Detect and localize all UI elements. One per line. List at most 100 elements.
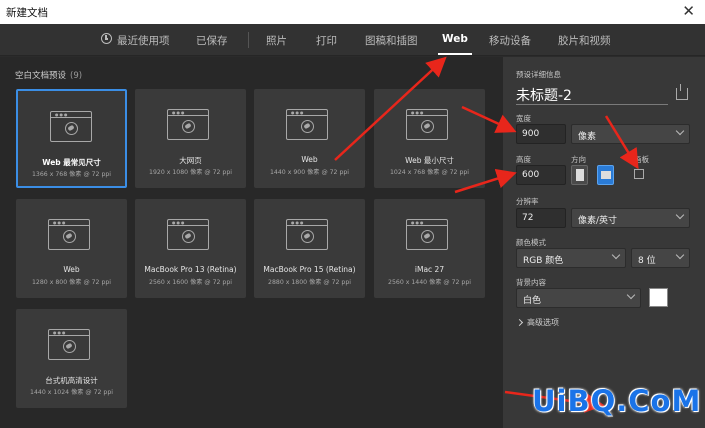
globe-icon [63,230,76,243]
advanced-options-label: 高级选项 [527,318,559,327]
preset-name: 台式机高清设计 [45,376,98,385]
globe-icon [421,230,434,243]
resolution-input[interactable]: 72 [516,208,566,228]
clock-icon [101,33,112,44]
save-preset-icon[interactable] [676,84,688,100]
tab-print[interactable]: 打印 [316,33,337,48]
color-mode-value: RGB 颜色 [523,256,564,266]
preset-card-large-web[interactable]: ●●● 大网页 1920 x 1080 像素 @ 72 ppi [135,89,246,188]
background-color-swatch[interactable] [649,288,668,307]
tab-photo[interactable]: 照片 [266,33,287,48]
document-icon: ●●● [48,329,90,360]
tab-mobile[interactable]: 移动设备 [489,33,531,48]
preset-name: Web 最常见尺寸 [42,158,101,167]
document-icon: ●●● [406,109,448,140]
artboard-label: 画板 [634,155,649,164]
document-icon: ●●● [286,109,328,140]
portrait-button[interactable] [571,165,588,185]
preset-section-label: 空白文档预设 [15,71,67,81]
width-unit-select[interactable]: 像素 [571,124,690,144]
preset-name: iMac 27 [414,265,445,274]
tab-separator [248,32,249,48]
resolution-label: 分辨率 [516,197,539,206]
preset-card-desktop-hd[interactable]: ●●● 台式机高清设计 1440 x 1024 像素 @ 72 ppi [16,309,127,408]
preset-size: 1920 x 1080 像素 @ 72 ppi [149,169,232,176]
bit-depth-select[interactable]: 8 位 [631,248,690,268]
preset-size: 1280 x 800 像素 @ 72 ppi [31,279,112,286]
document-icon: ●●● [406,219,448,250]
watermark-logo: UiBQ.CoM [532,384,702,418]
resolution-unit-value: 像素/英寸 [578,216,618,226]
preset-card-web-most-common[interactable]: ●●● Web 最常见尺寸 1366 x 768 像素 @ 72 ppi [16,89,127,188]
color-mode-label: 颜色模式 [516,238,546,247]
width-label: 宽度 [516,114,531,123]
preset-size: 2560 x 1600 像素 @ 72 ppi [149,279,232,286]
globe-icon [65,122,78,135]
globe-icon [301,230,314,243]
preset-panel: 空白文档预设 (9) ●●● Web 最常见尺寸 1366 x 768 像素 @ … [0,57,503,428]
background-label: 背景内容 [516,278,546,287]
width-unit-value: 像素 [578,132,597,142]
document-name-input[interactable]: 未标题-2 [516,85,668,105]
preset-name: Web [301,155,318,164]
preset-size: 1366 x 768 像素 @ 72 ppi [31,171,112,178]
document-icon: ●●● [167,219,209,250]
preset-size: 1440 x 900 像素 @ 72 ppi [269,169,350,176]
preset-size: 2560 x 1440 像素 @ 72 ppi [388,279,471,286]
tab-film-video[interactable]: 胶片和视频 [558,33,611,48]
bit-depth-value: 8 位 [638,256,656,266]
preset-card-macbook-13[interactable]: ●●● MacBook Pro 13 (Retina) 2560 x 1600 … [135,199,246,298]
preset-size: 1024 x 768 像素 @ 72 ppi [389,169,470,176]
tab-web[interactable]: Web [438,33,472,55]
artboard-checkbox[interactable] [634,169,644,179]
chevron-down-icon [675,210,685,220]
preset-card-web[interactable]: ●●● Web 1440 x 900 像素 @ 72 ppi [254,89,365,188]
preset-card-macbook-15[interactable]: ●●● MacBook Pro 15 (Retina) 2880 x 1800 … [254,199,365,298]
preset-name: MacBook Pro 15 (Retina) [263,265,356,274]
preset-name: MacBook Pro 13 (Retina) [144,265,237,274]
chevron-down-icon [675,250,685,260]
chevron-down-icon [611,250,621,260]
preset-card-web-1280[interactable]: ●●● Web 1280 x 800 像素 @ 72 ppi [16,199,127,298]
globe-icon [182,230,195,243]
landscape-button[interactable] [597,165,614,185]
background-select[interactable]: 白色 [516,288,641,308]
document-icon: ●●● [48,219,90,250]
tab-art-illustration[interactable]: 图稿和插图 [365,33,418,48]
close-icon[interactable]: ✕ [682,2,695,20]
color-mode-select[interactable]: RGB 颜色 [516,248,626,268]
tab-recent[interactable]: 最近使用项 [117,33,170,48]
landscape-icon [601,171,611,179]
document-icon: ●●● [167,109,209,140]
preset-name: Web 最小尺寸 [405,156,454,165]
preset-section-title: 空白文档预设 (9) [15,69,82,81]
width-input[interactable]: 900 [516,124,566,144]
background-value: 白色 [523,296,542,306]
preset-name: Web [63,265,80,274]
preset-card-web-min[interactable]: ●●● Web 最小尺寸 1024 x 768 像素 @ 72 ppi [374,89,485,188]
orientation-label: 方向 [571,155,586,164]
height-label: 高度 [516,155,531,164]
preset-details-panel: 预设详细信息 未标题-2 宽度 900 像素 高度 方向 画板 600 分辨率 … [503,57,705,428]
details-header: 预设详细信息 [516,70,561,79]
window-title: 新建文档 [6,7,48,19]
tab-saved[interactable]: 已保存 [196,33,228,48]
preset-card-imac-27[interactable]: ●●● iMac 27 2560 x 1440 像素 @ 72 ppi [374,199,485,298]
preset-size: 1440 x 1024 像素 @ 72 ppi [30,389,113,396]
preset-count: (9) [70,71,83,81]
document-icon: ●●● [50,111,92,142]
preset-size: 2880 x 1800 像素 @ 72 ppi [268,279,351,286]
globe-icon [421,120,434,133]
resolution-unit-select[interactable]: 像素/英寸 [571,208,690,228]
height-input[interactable]: 600 [516,165,566,185]
advanced-options-toggle[interactable]: 高级选项 [515,317,559,328]
chevron-down-icon [675,126,685,136]
title-bar: 新建文档 ✕ [0,0,705,24]
portrait-icon [576,169,584,181]
preset-name: 大网页 [179,156,202,165]
globe-icon [182,120,195,133]
globe-icon [63,340,76,353]
globe-icon [301,120,314,133]
chevron-down-icon [626,290,636,300]
chevron-right-icon [515,318,524,327]
